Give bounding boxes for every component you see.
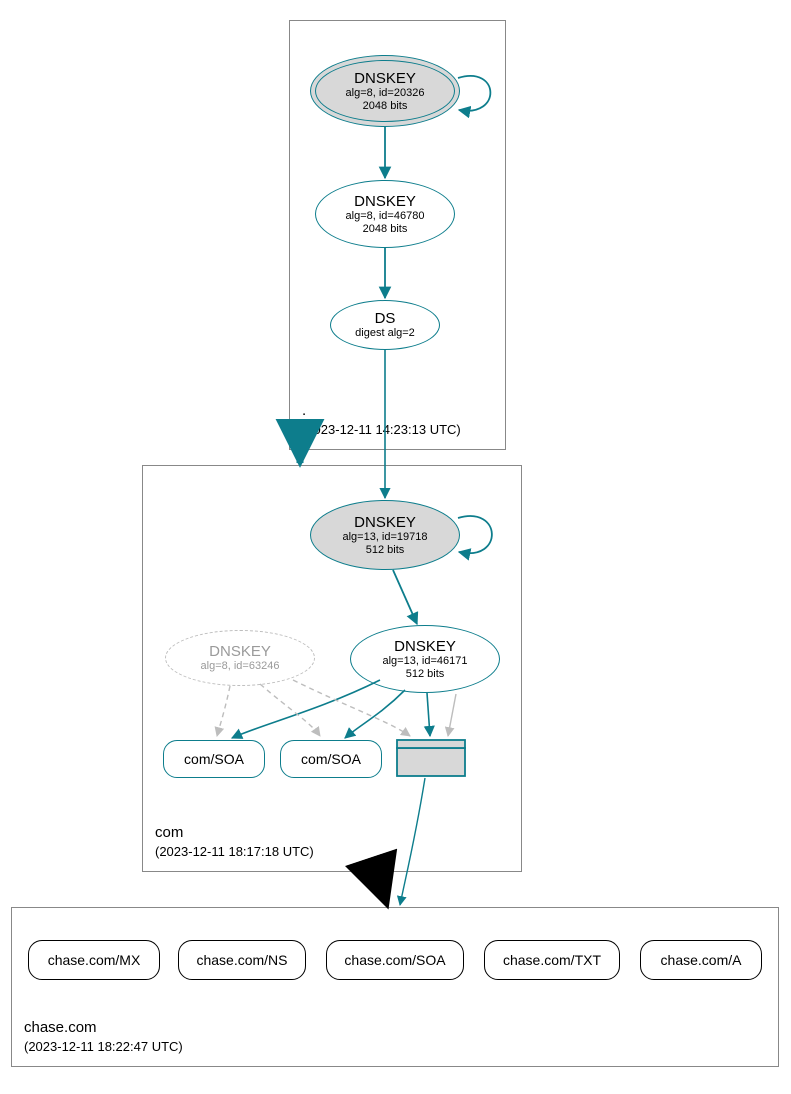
node-ds: DS digest alg=2 (330, 300, 440, 350)
com-zsk-sub2: 512 bits (406, 668, 445, 681)
zone-chase-name: chase.com (24, 1018, 183, 1038)
com-zsk-title: DNSKEY (394, 638, 456, 655)
nsec3-title: NSEC3 (408, 756, 455, 772)
root-zsk-title: DNSKEY (354, 193, 416, 210)
node-root-zsk: DNSKEY alg=8, id=46780 2048 bits (315, 180, 455, 248)
chase-ns-title: chase.com/NS (196, 952, 287, 968)
zone-root-ts: (2023-12-11 14:23:13 UTC) (302, 421, 461, 439)
node-chase-mx: chase.com/MX (28, 940, 160, 980)
node-com-oldkey: DNSKEY alg=8, id=63246 (165, 630, 315, 686)
chase-txt-title: chase.com/TXT (503, 952, 601, 968)
chase-a-title: chase.com/A (661, 952, 742, 968)
root-ksk-sub1: alg=8, id=20326 (346, 87, 425, 100)
chase-soa-title: chase.com/SOA (344, 952, 445, 968)
ds-sub: digest alg=2 (355, 327, 415, 340)
zone-root-name: . (302, 401, 461, 421)
zone-chase: chase.com (2023-12-11 18:22:47 UTC) (11, 907, 779, 1067)
zone-com-ts: (2023-12-11 18:17:18 UTC) (155, 843, 314, 861)
com-ksk-sub1: alg=13, id=19718 (342, 531, 427, 544)
zone-root-label: . (2023-12-11 14:23:13 UTC) (302, 401, 461, 439)
com-old-title: DNSKEY (209, 643, 271, 660)
root-ksk-title: DNSKEY (354, 70, 416, 87)
com-ksk-title: DNSKEY (354, 514, 416, 531)
zone-chase-ts: (2023-12-11 18:22:47 UTC) (24, 1038, 183, 1056)
node-com-soa-1: com/SOA (163, 740, 265, 778)
node-chase-a: chase.com/A (640, 940, 762, 980)
chase-mx-title: chase.com/MX (48, 952, 141, 968)
edge-zone-com-to-chase (376, 872, 386, 902)
node-chase-soa: chase.com/SOA (326, 940, 464, 980)
com-ksk-sub2: 512 bits (366, 544, 405, 557)
root-ksk-sub2: 2048 bits (363, 100, 408, 113)
ds-title: DS (375, 310, 396, 327)
zone-chase-label: chase.com (2023-12-11 18:22:47 UTC) (24, 1018, 183, 1056)
zone-com-name: com (155, 823, 314, 843)
com-soa2-title: com/SOA (301, 751, 361, 767)
node-chase-txt: chase.com/TXT (484, 940, 620, 980)
com-old-sub: alg=8, id=63246 (201, 660, 280, 673)
node-com-soa-2: com/SOA (280, 740, 382, 778)
node-com-ksk: DNSKEY alg=13, id=19718 512 bits (310, 500, 460, 570)
root-zsk-sub2: 2048 bits (363, 223, 408, 236)
node-nsec3: NSEC3 (395, 740, 467, 778)
zone-com-label: com (2023-12-11 18:17:18 UTC) (155, 823, 314, 861)
node-chase-ns: chase.com/NS (178, 940, 306, 980)
com-zsk-sub1: alg=13, id=46171 (382, 655, 467, 668)
root-zsk-sub1: alg=8, id=46780 (346, 210, 425, 223)
node-com-zsk: DNSKEY alg=13, id=46171 512 bits (350, 625, 500, 693)
node-root-ksk: DNSKEY alg=8, id=20326 2048 bits (310, 55, 460, 127)
com-soa1-title: com/SOA (184, 751, 244, 767)
